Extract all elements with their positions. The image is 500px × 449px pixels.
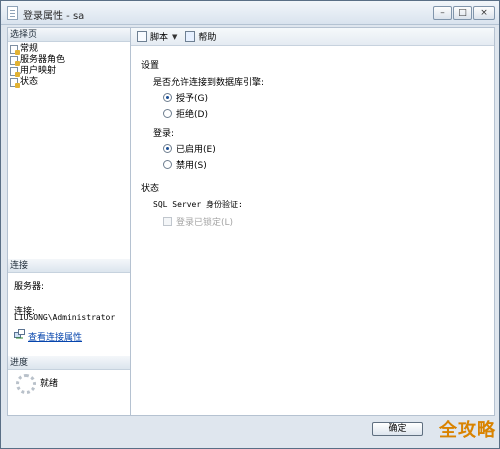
page-item-label: 状态 (20, 77, 39, 87)
chevron-down-icon[interactable]: ▼ (172, 33, 177, 41)
page-item-label: 常规 (20, 44, 39, 54)
script-button[interactable]: 脚本 ▼ (137, 30, 177, 43)
ok-button[interactable]: 确定 (372, 422, 423, 436)
close-button[interactable]: × (473, 6, 495, 20)
view-connection-properties-link[interactable]: 查看连接属性 (28, 330, 82, 343)
minimize-icon: – (440, 7, 445, 18)
locked-out-checkbox[interactable]: 登录已锁定(L) (163, 215, 233, 228)
radio-checked-icon[interactable] (163, 144, 172, 153)
help-label: 帮助 (198, 33, 217, 43)
deny-radio[interactable]: 拒绝(D) (163, 107, 208, 120)
left-pane: 选择页 常规 服务器角色 用户映射 状态 连接 服务器: 连接: LIUSONG… (7, 27, 131, 416)
window-document-icon (7, 6, 18, 20)
settings-section-label: 设置 (141, 61, 160, 71)
page-icon (10, 67, 20, 77)
minimize-button[interactable]: – (433, 6, 452, 20)
disabled-label: 禁用(S) (176, 161, 207, 171)
server-label: 服务器: (14, 282, 45, 292)
script-label: 脚本 (150, 33, 169, 43)
page-item-general[interactable]: 常规 (8, 44, 130, 55)
window-title: 登录属性 - sa (23, 11, 85, 22)
toolbar: 脚本 ▼ 帮助 (131, 28, 494, 46)
help-button[interactable]: 帮助 (185, 30, 216, 43)
connection-value: LIUSONG\Administrator (14, 313, 116, 322)
title-bar: 登录属性 - sa – □ × (1, 1, 499, 25)
page-item-server-roles[interactable]: 服务器角色 (8, 55, 130, 66)
permission-question: 是否允许连接到数据库引擎: (153, 78, 265, 88)
page-item-label: 用户映射 (20, 66, 57, 76)
page-icon (10, 78, 20, 88)
page-item-label: 服务器角色 (20, 55, 66, 65)
select-page-header: 选择页 (8, 28, 130, 42)
enabled-label: 已启用(E) (176, 145, 216, 155)
login-properties-window: 登录属性 - sa – □ × 选择页 常规 服务器角色 用户映射 状态 连接 … (0, 0, 500, 449)
page-list: 常规 服务器角色 用户映射 状态 (8, 44, 130, 88)
progress-spinner-icon (16, 374, 36, 394)
page-item-user-mapping[interactable]: 用户映射 (8, 66, 130, 77)
progress-status: 就绪 (40, 379, 59, 389)
right-pane: 脚本 ▼ 帮助 设置 是否允许连接到数据库引擎: 授予(G) 拒绝(D) 登录:… (131, 27, 495, 416)
sql-auth-label: SQL Server 身份验证: (153, 200, 243, 209)
connection-header: 连接 (8, 259, 130, 273)
radio-unchecked-icon[interactable] (163, 109, 172, 118)
status-section-label: 状态 (141, 184, 160, 194)
dialog-footer: 确定 全攻略 (1, 418, 499, 448)
progress-header: 进度 (8, 356, 130, 370)
connection-properties-icon (14, 329, 25, 339)
page-icon (10, 45, 20, 55)
radio-checked-icon[interactable] (163, 93, 172, 102)
grant-radio[interactable]: 授予(G) (163, 91, 208, 104)
grant-label: 授予(G) (176, 94, 208, 104)
script-icon (137, 31, 147, 42)
window-controls: – □ × (433, 6, 495, 20)
enabled-radio[interactable]: 已启用(E) (163, 142, 216, 155)
login-label: 登录: (153, 129, 175, 139)
page-icon (10, 56, 20, 66)
watermark-text: 全攻略 (439, 420, 496, 441)
deny-label: 拒绝(D) (176, 110, 208, 120)
close-icon: × (480, 7, 488, 18)
radio-unchecked-icon[interactable] (163, 160, 172, 169)
page-item-status[interactable]: 状态 (8, 77, 130, 88)
disabled-radio[interactable]: 禁用(S) (163, 158, 207, 171)
maximize-button[interactable]: □ (453, 6, 472, 20)
help-icon (185, 31, 196, 42)
checkbox-icon[interactable] (163, 217, 172, 226)
maximize-icon: □ (458, 7, 467, 18)
locked-out-label: 登录已锁定(L) (176, 218, 234, 228)
